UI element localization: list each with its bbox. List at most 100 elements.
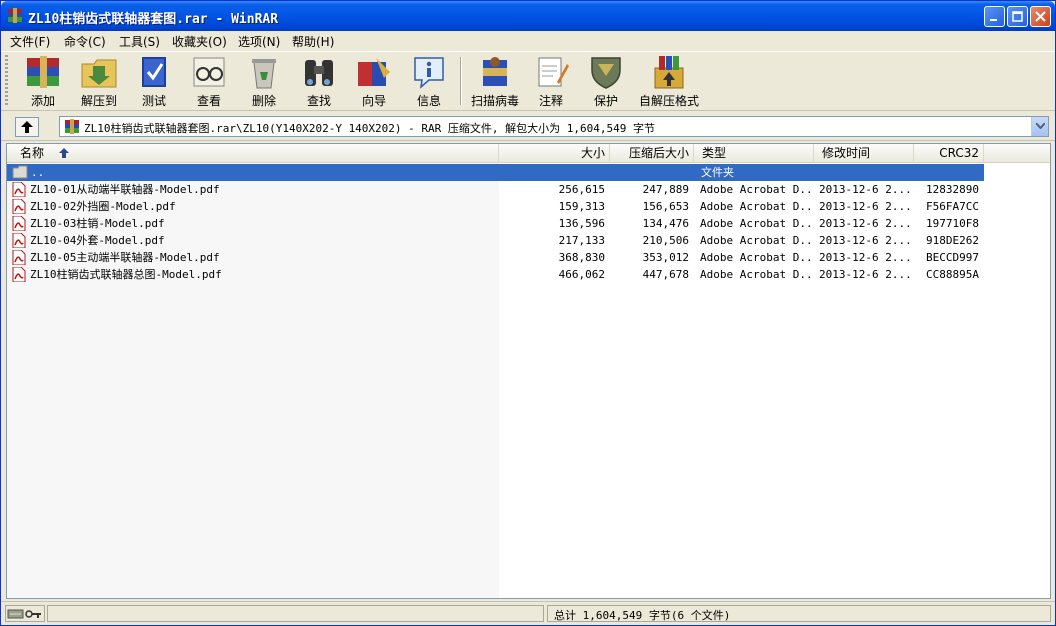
file-name: ZL10-01从动端半联轴器-Model.pdf — [30, 183, 220, 196]
winrar-app-icon — [8, 8, 22, 23]
file-name: ZL10-05主动端半联轴器-Model.pdf — [30, 251, 220, 264]
file-packed-size: 210,506 — [642, 234, 689, 247]
winrar-window: ZL10柱销齿式联轴器套图.rar - WinRAR 文件(F) 命令(C) 工… — [0, 0, 1056, 626]
list-header: 名称 大小 压缩后大小 类型 修改时间 CRC32 — [7, 144, 1050, 163]
file-name: ZL10-02外挡圈-Model.pdf — [30, 200, 176, 213]
comment-button[interactable]: 注释 — [523, 53, 579, 109]
delete-button[interactable]: 删除 — [236, 53, 292, 109]
file-modified: 2013-12-6 2... — [819, 217, 912, 230]
file-size: 466,062 — [558, 268, 605, 281]
info-button[interactable]: 信息 — [401, 53, 457, 109]
menu-command[interactable]: 命令(C) — [64, 33, 106, 50]
column-crc-header[interactable]: CRC32 — [914, 144, 984, 163]
file-type: Adobe Acrobat D... — [700, 183, 812, 196]
extract-to-button[interactable]: 解压到 — [71, 53, 127, 109]
archive-icon — [65, 119, 79, 134]
file-size: 217,133 — [558, 234, 605, 247]
virus-scan-icon — [483, 57, 507, 86]
close-icon — [1035, 11, 1046, 22]
file-packed-size: 353,012 — [642, 251, 689, 264]
drive-key-icon — [7, 609, 41, 619]
column-packed-header[interactable]: 压缩后大小 — [610, 144, 694, 163]
file-type: Adobe Acrobat D... — [700, 251, 812, 264]
test-button[interactable]: 测试 — [126, 53, 182, 109]
scan-virus-button[interactable]: 扫描病毒 — [465, 53, 525, 109]
pdf-file-icon — [12, 267, 26, 282]
status-icons — [5, 605, 45, 622]
toolbar-separator — [460, 57, 462, 105]
recycle-bin-icon — [252, 59, 276, 89]
list-item[interactable]: ZL10-02外挡圈-Model.pdf 159,313 156,653 Adobe … — [7, 198, 1050, 215]
file-type: Adobe Acrobat D... — [700, 268, 812, 281]
info-icon — [414, 57, 444, 89]
column-type-header[interactable]: 类型 — [694, 144, 814, 163]
window-title: ZL10柱销齿式联轴器套图.rar - WinRAR — [28, 12, 279, 27]
file-type: Adobe Acrobat D... — [700, 200, 812, 213]
file-name: ZL10-03柱销-Model.pdf — [30, 217, 165, 230]
glasses-view-icon — [193, 57, 225, 87]
column-modified-header[interactable]: 修改时间 — [814, 144, 914, 163]
file-crc: F56FA7CC — [926, 200, 979, 213]
file-packed-size: 134,476 — [642, 217, 689, 230]
pdf-file-icon — [12, 199, 26, 214]
find-button[interactable]: 查找 — [291, 53, 347, 109]
toolbar-grip[interactable] — [5, 55, 8, 107]
status-total: 总计 1,604,549 字节(6 个文件) — [547, 605, 1051, 622]
up-arrow-icon — [21, 121, 33, 133]
menu-tools[interactable]: 工具(S) — [119, 33, 160, 50]
comment-icon — [538, 57, 569, 87]
file-size: 256,615 — [558, 183, 605, 196]
title-bar[interactable]: ZL10柱销齿式联轴器套图.rar - WinRAR — [1, 1, 1055, 31]
list-item[interactable]: ZL10-03柱销-Model.pdf 136,596 134,476 Adobe A… — [7, 215, 1050, 232]
list-item[interactable]: ZL10-01从动端半联轴器-Model.pdf 256,615 247,889 Ad… — [7, 181, 1050, 198]
maximize-icon — [1012, 11, 1023, 22]
file-modified: 2013-12-6 2... — [819, 200, 912, 213]
list-item-parent-folder[interactable]: .. 文件夹 — [7, 164, 984, 181]
menu-bar: 文件(F) 命令(C) 工具(S) 收藏夹(O) 选项(N) 帮助(H) — [1, 31, 1055, 51]
file-modified: 2013-12-6 2... — [819, 251, 912, 264]
wizard-button[interactable]: 向导 — [346, 53, 402, 109]
protect-button[interactable]: 保护 — [578, 53, 634, 109]
sort-up-icon — [59, 148, 69, 158]
list-item[interactable]: ZL10-04外套-Model.pdf 217,133 210,506 Adobe A… — [7, 232, 1050, 249]
folder-icon — [12, 165, 28, 179]
file-size: 368,830 — [558, 251, 605, 264]
status-bar: 总计 1,604,549 字节(6 个文件) — [1, 601, 1055, 625]
column-name-header[interactable]: 名称 — [7, 144, 499, 163]
wizard-icon — [358, 58, 390, 86]
close-button[interactable] — [1030, 6, 1051, 27]
list-item[interactable]: ZL10柱销齿式联轴器总图-Model.pdf 466,062 447,678 Ado… — [7, 266, 1050, 283]
file-crc: BECCD997 — [926, 251, 979, 264]
file-crc: 197710F8 — [926, 217, 979, 230]
pdf-file-icon — [12, 233, 26, 248]
menu-help[interactable]: 帮助(H) — [292, 33, 334, 50]
maximize-button[interactable] — [1007, 6, 1028, 27]
pdf-file-icon — [12, 182, 26, 197]
file-modified: 2013-12-6 2... — [819, 183, 912, 196]
file-modified: 2013-12-6 2... — [819, 268, 912, 281]
menu-options[interactable]: 选项(N) — [238, 33, 280, 50]
book-test-icon — [142, 57, 166, 87]
column-size-header[interactable]: 大小 — [499, 144, 610, 163]
pdf-file-icon — [12, 250, 26, 265]
minimize-button[interactable] — [984, 6, 1005, 27]
list-item[interactable]: ZL10-05主动端半联轴器-Model.pdf 368,830 353,012 Ad… — [7, 249, 1050, 266]
status-selection — [47, 605, 544, 622]
address-field[interactable]: ZL10柱销齿式联轴器套图.rar\ZL10(Y140X202-Y 140X20… — [59, 116, 1049, 137]
binoculars-icon — [305, 60, 333, 86]
sfx-button[interactable]: 自解压格式 — [633, 53, 705, 109]
view-button[interactable]: 查看 — [181, 53, 237, 109]
file-packed-size: 247,889 — [642, 183, 689, 196]
menu-file[interactable]: 文件(F) — [10, 33, 50, 50]
file-list[interactable]: 名称 大小 压缩后大小 类型 修改时间 CRC32 .. 文件夹 ZL10-01… — [6, 143, 1051, 599]
up-folder-button[interactable] — [15, 117, 39, 137]
shield-icon — [591, 57, 621, 89]
chevron-down-icon — [1036, 123, 1045, 129]
add-button[interactable]: 添加 — [15, 53, 71, 109]
menu-favorites[interactable]: 收藏夹(O) — [172, 33, 227, 50]
sfx-box-icon — [654, 56, 684, 89]
file-type: Adobe Acrobat D... — [700, 234, 812, 247]
address-dropdown-button[interactable] — [1031, 117, 1048, 136]
file-modified: 2013-12-6 2... — [819, 234, 912, 247]
file-size: 159,313 — [558, 200, 605, 213]
